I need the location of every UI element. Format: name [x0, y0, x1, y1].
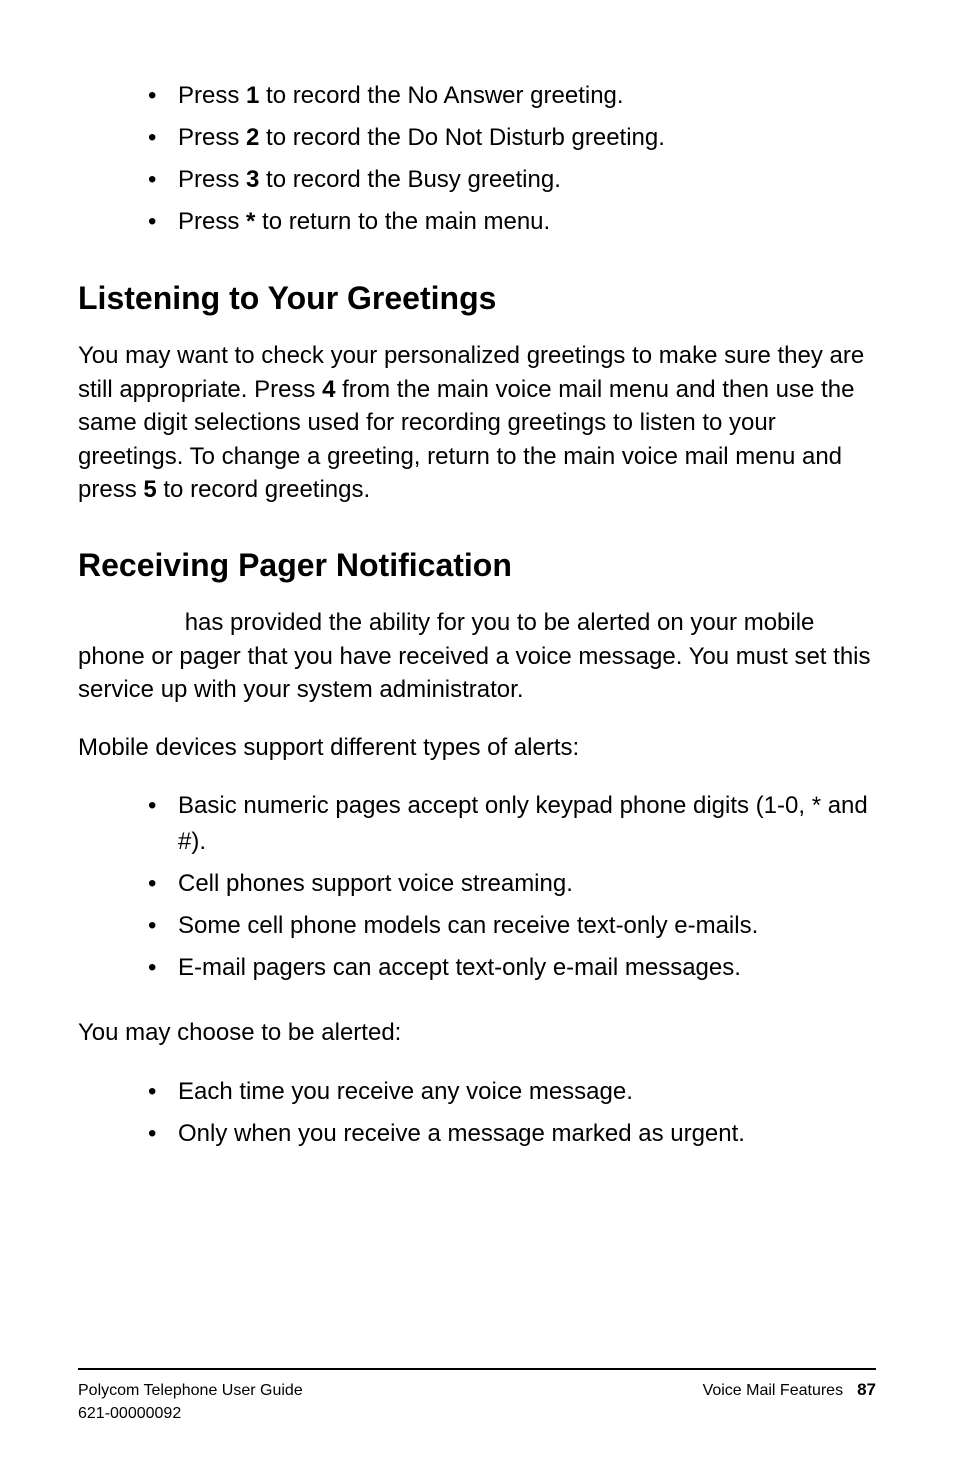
alert-types-list: Basic numeric pages accept only keypad p… — [78, 788, 876, 986]
footer-doc-code: 621-00000092 — [78, 1403, 303, 1425]
heading-pager-notification: Receiving Pager Notification — [78, 547, 876, 584]
text: Press — [178, 124, 246, 151]
text: to record the Busy greeting. — [259, 166, 561, 193]
list-item: Press 1 to record the No Answer greeting… — [148, 78, 876, 114]
text: to return to the main menu. — [255, 208, 550, 235]
key-digit: 4 — [322, 376, 335, 403]
text: Press — [178, 208, 246, 235]
list-item: Cell phones support voice streaming. — [148, 866, 876, 902]
text: Press — [178, 82, 246, 109]
footer-section-title: Voice Mail Features — [703, 1382, 844, 1400]
footer-left: Polycom Telephone User Guide 621-0000009… — [78, 1380, 303, 1425]
alert-choice-list: Each time you receive any voice message.… — [78, 1074, 876, 1152]
paragraph-listening: You may want to check your personalized … — [78, 339, 876, 507]
text: to record the Do Not Disturb greeting. — [259, 124, 665, 151]
page-container: Press 1 to record the No Answer greeting… — [0, 0, 954, 1475]
text: to record the No Answer greeting. — [259, 82, 623, 109]
list-item: Press * to return to the main menu. — [148, 204, 876, 240]
key-digit: * — [246, 208, 255, 235]
paragraph-alert-choice-intro: You may choose to be alerted: — [78, 1016, 876, 1050]
list-item: Each time you receive any voice message. — [148, 1074, 876, 1110]
footer-guide-title: Polycom Telephone User Guide — [78, 1380, 303, 1402]
list-item: Only when you receive a message marked a… — [148, 1116, 876, 1152]
list-item: E-mail pagers can accept text-only e-mai… — [148, 950, 876, 986]
list-item: Press 3 to record the Busy greeting. — [148, 162, 876, 198]
greeting-record-options-list: Press 1 to record the No Answer greeting… — [78, 78, 876, 240]
heading-listening-to-greetings: Listening to Your Greetings — [78, 280, 876, 317]
text: to record greetings. — [157, 476, 370, 503]
list-item: Some cell phone models can receive text-… — [148, 908, 876, 944]
key-digit: 1 — [246, 82, 259, 109]
key-digit: 5 — [143, 476, 156, 503]
list-item: Press 2 to record the Do Not Disturb gre… — [148, 120, 876, 156]
paragraph-pager-intro: has provided the ability for you to be a… — [78, 606, 876, 707]
key-digit: 2 — [246, 124, 259, 151]
list-item: Basic numeric pages accept only keypad p… — [148, 788, 876, 860]
text: Press — [178, 166, 246, 193]
footer-page-number: 87 — [857, 1380, 876, 1400]
key-digit: 3 — [246, 166, 259, 193]
page-footer: Polycom Telephone User Guide 621-0000009… — [78, 1368, 876, 1425]
footer-right: Voice Mail Features 87 — [703, 1380, 876, 1425]
paragraph-alert-types-intro: Mobile devices support different types o… — [78, 731, 876, 765]
